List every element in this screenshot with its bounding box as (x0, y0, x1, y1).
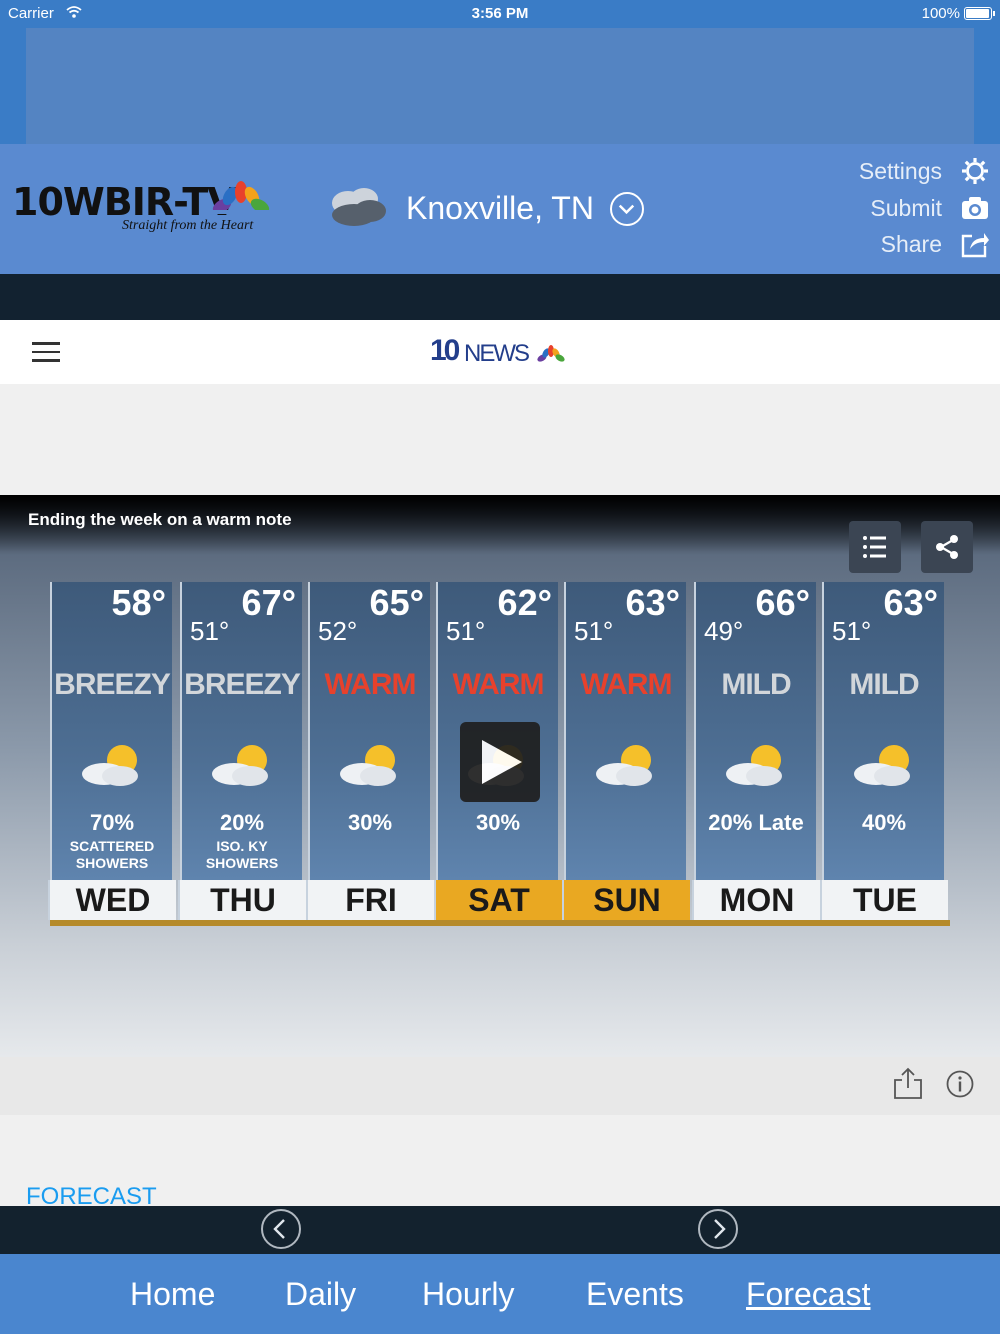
chevron-down-icon (618, 204, 635, 215)
high-temp: 63° (883, 582, 938, 623)
clock: 3:56 PM (471, 5, 529, 22)
precip-chance: 20% Late (708, 810, 804, 835)
precip-chance: 40% (861, 810, 907, 835)
high-temp: 58° (111, 582, 166, 623)
partly-cloudy-icon (854, 745, 910, 786)
chevron-right-icon (714, 1219, 726, 1239)
precip-chance: 70% (89, 810, 135, 835)
low-temp: 52° (318, 616, 358, 646)
logo-number: 10 (430, 334, 460, 367)
tab-forecast[interactable]: Forecast (746, 1276, 870, 1313)
location-name[interactable]: Knoxville, TN (406, 190, 594, 227)
day-label-thu: THU (178, 880, 306, 920)
partly-cloudy-icon (596, 745, 652, 786)
location-dropdown-button[interactable] (610, 192, 644, 226)
next-button[interactable] (698, 1209, 738, 1249)
play-button[interactable] (460, 722, 540, 802)
share-icon[interactable] (960, 228, 990, 258)
pager-bar (0, 1206, 1000, 1254)
hamburger-menu-icon[interactable] (32, 342, 60, 362)
day-label-wed: WED (48, 880, 176, 920)
high-temp: 65° (369, 582, 424, 623)
day-column-fri: 65° 52° WARM 30% (308, 582, 430, 880)
tab-daily[interactable]: Daily (285, 1276, 356, 1313)
precip-chance: 20% (219, 810, 265, 835)
high-temp: 62° (497, 582, 552, 623)
day-column-sun: 63° 51° WARM (564, 582, 686, 880)
wbir-logo: 10WBIR-TV Straight from the Heart (12, 180, 274, 240)
camera-icon[interactable] (960, 193, 990, 223)
day-column-mon: 66° 49° MILD 20% Late (694, 582, 816, 880)
ad-banner[interactable] (26, 28, 974, 144)
video-title: Ending the week on a warm note (28, 510, 292, 529)
day-label-sun: SUN (562, 880, 690, 920)
condition-label: WARM (452, 668, 545, 701)
play-icon (482, 740, 522, 784)
condition-label: WARM (324, 668, 417, 701)
low-temp: 51° (574, 616, 614, 646)
precip-note: SCATTERED SHOWERS (69, 838, 155, 871)
precip-chance: 30% (475, 810, 521, 835)
partly-cloudy-icon (82, 745, 138, 786)
day-column-tue: 63° 51° MILD 40% (822, 582, 944, 880)
10news-logo[interactable]: 10 NEWS (430, 334, 570, 370)
battery-icon (964, 7, 995, 20)
share-button[interactable]: Share (881, 231, 942, 258)
condition-label: WARM (580, 668, 673, 701)
precip-note: ISO. KY SHOWERS (205, 838, 279, 871)
chevron-left-icon (273, 1219, 285, 1239)
tab-hourly[interactable]: Hourly (422, 1276, 514, 1313)
day-label-mon: MON (692, 880, 820, 920)
condition-label: BREEZY (184, 668, 301, 701)
status-bar: Carrier 3:56 PM 100% (0, 0, 1000, 28)
tagline: Straight from the Heart (122, 218, 254, 233)
low-temp: 51° (190, 616, 230, 646)
planner-shelf (50, 920, 950, 926)
peacock-icon (537, 345, 565, 362)
low-temp: 49° (704, 616, 744, 646)
upload-icon[interactable] (892, 1066, 924, 1100)
list-icon (863, 536, 886, 558)
precip-chance: 30% (347, 810, 393, 835)
partly-cloudy-icon (212, 745, 268, 786)
submit-button[interactable]: Submit (870, 195, 942, 222)
video-toolbar (0, 1057, 1000, 1115)
gear-icon[interactable] (960, 156, 990, 186)
low-temp: 51° (446, 616, 486, 646)
low-temp: 51° (832, 616, 872, 646)
partly-cloudy-icon (726, 745, 782, 786)
video-share-button[interactable] (921, 521, 973, 573)
day-label-sat: SAT (434, 880, 562, 920)
partly-cloudy-icon (340, 745, 396, 786)
condition-label: BREEZY (54, 668, 171, 701)
condition-label: MILD (721, 668, 791, 701)
settings-button[interactable]: Settings (859, 158, 942, 185)
high-temp: 66° (755, 582, 810, 623)
day-label-fri: FRI (306, 880, 434, 920)
battery-percent: 100% (921, 5, 960, 22)
tab-events[interactable]: Events (586, 1276, 684, 1313)
day-column-wed: 58° BREEZY 70% SCATTERED SHOWERS (50, 582, 172, 880)
logo-word: NEWS (464, 340, 530, 367)
tab-home[interactable]: Home (130, 1276, 215, 1313)
header-divider-band (0, 274, 1000, 320)
condition-label: MILD (849, 668, 919, 701)
cloudy-icon (332, 188, 386, 226)
share-nodes-icon (936, 535, 958, 559)
day-label-tue: TUE (820, 880, 948, 920)
previous-button[interactable] (261, 1209, 301, 1249)
info-icon[interactable] (945, 1069, 975, 1099)
day-column-thu: 67° 51° BREEZY 20% ISO. KY SHOWERS (180, 582, 302, 880)
high-temp: 63° (625, 582, 680, 623)
peacock-icon (208, 181, 274, 214)
high-temp: 67° (241, 582, 296, 623)
playlist-button[interactable] (849, 521, 901, 573)
